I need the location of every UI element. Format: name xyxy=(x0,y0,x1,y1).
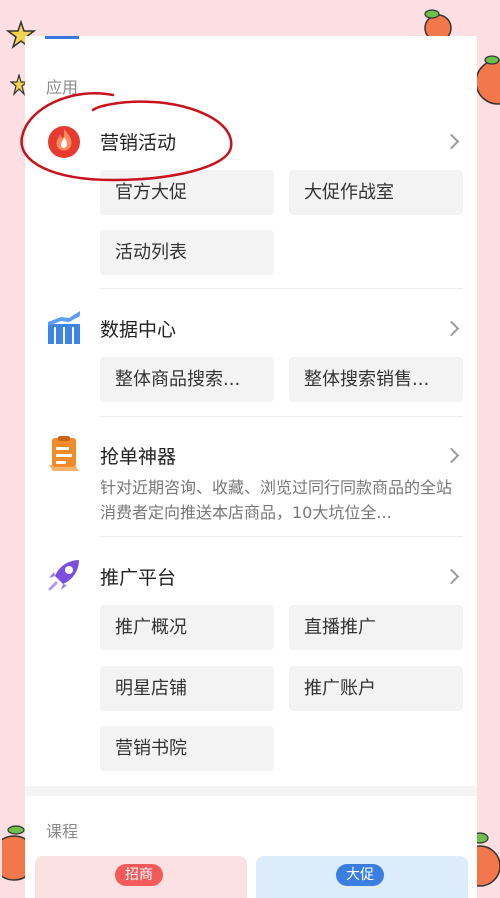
active-tab-indicator xyxy=(45,36,79,39)
course-card[interactable]: 大促 xyxy=(256,856,468,898)
app-row-data-center[interactable]: 数据中心 xyxy=(25,308,477,348)
app-shortcut[interactable]: 明星店铺 xyxy=(100,666,274,711)
chevron-right-icon[interactable] xyxy=(443,133,460,150)
app-row-promotion[interactable]: 推广平台 xyxy=(25,556,477,596)
divider xyxy=(100,416,463,417)
section-title-courses: 课程 xyxy=(46,822,79,841)
app-name-data-center: 数据中心 xyxy=(100,319,177,341)
app-name-order-grabber: 抢单神器 xyxy=(100,446,177,468)
app-shortcut[interactable]: 整体商品搜索... xyxy=(100,357,274,402)
clipboard-icon xyxy=(49,436,79,471)
divider xyxy=(100,536,463,537)
app-shortcut[interactable]: 活动列表 xyxy=(100,230,274,275)
app-description-text: 针对近期咨询、收藏、浏览过同行同款商品的全站消费者定向推送本店商品，10大坑位全… xyxy=(100,478,453,522)
rocket-icon xyxy=(48,560,79,591)
app-shortcut[interactable]: 推广概况 xyxy=(100,605,274,650)
app-row-order-grabber[interactable]: 抢单神器 xyxy=(25,435,477,475)
app-name-promotion: 推广平台 xyxy=(100,567,177,589)
chevron-right-icon[interactable] xyxy=(443,320,460,337)
divider xyxy=(100,288,463,289)
course-tag: 招商 xyxy=(115,864,163,886)
app-shortcut[interactable]: 大促作战室 xyxy=(289,170,463,215)
section-gap xyxy=(25,786,477,796)
annotation-circle xyxy=(20,92,233,182)
bar-chart-icon xyxy=(48,311,80,344)
chevron-right-icon[interactable] xyxy=(443,568,460,585)
app-shortcut[interactable]: 直播推广 xyxy=(289,605,463,650)
app-description: 针对近期咨询、收藏、浏览过同行同款商品的全站消费者定向推送本店商品，10大坑位全… xyxy=(100,475,462,525)
app-shortcut[interactable]: 推广账户 xyxy=(289,666,463,711)
course-tag: 大促 xyxy=(336,864,384,886)
course-card[interactable]: 招商 xyxy=(35,856,247,898)
app-shortcut[interactable]: 整体搜索销售... xyxy=(289,357,463,402)
chevron-right-icon[interactable] xyxy=(443,447,460,464)
app-shortcut[interactable]: 营销书院 xyxy=(100,726,274,771)
